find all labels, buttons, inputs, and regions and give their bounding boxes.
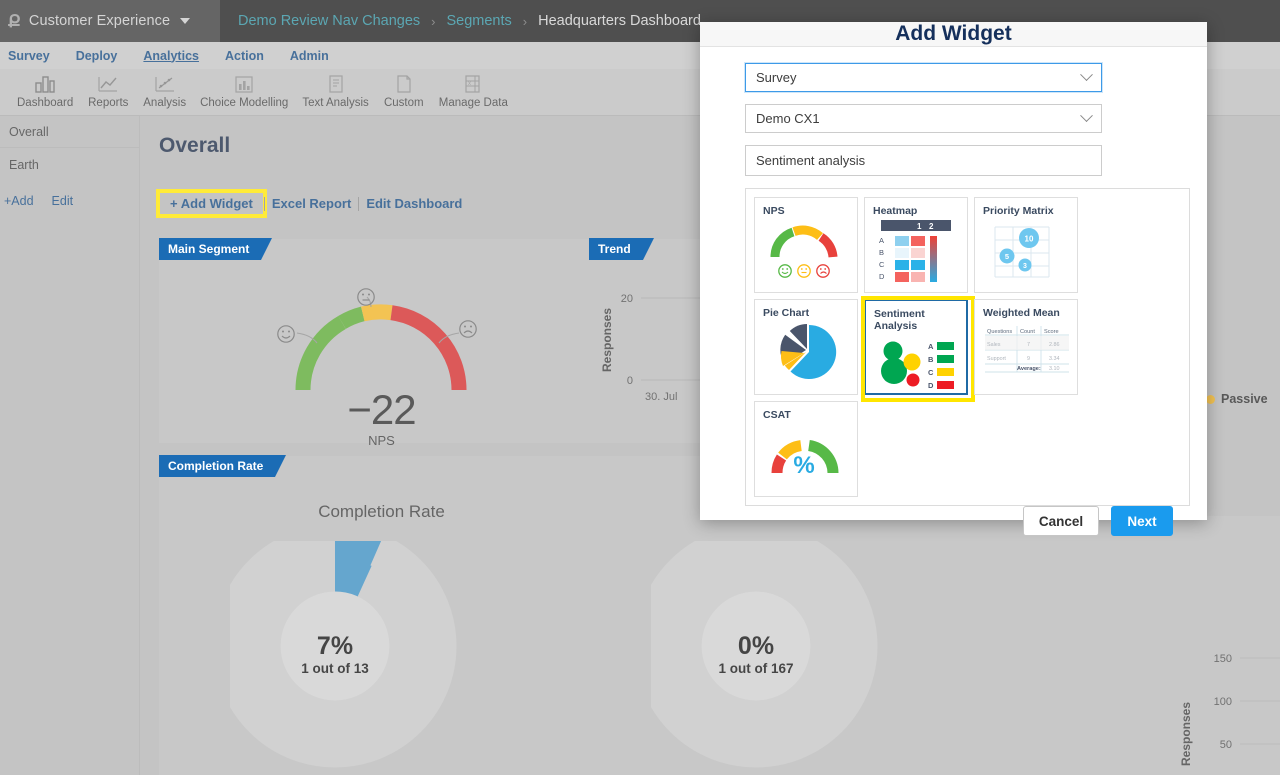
svg-text:Score: Score (1044, 329, 1059, 335)
svg-text:Questions: Questions (987, 329, 1012, 335)
widget-tile-weighted-mean[interactable]: Weighted Mean Questions Count Score Sale… (974, 299, 1078, 395)
svg-text:D: D (928, 381, 934, 390)
widget-tile-label: CSAT (763, 409, 791, 421)
priority-matrix-thumbnail-icon: 10 5 3 (994, 226, 1050, 278)
pie-chart-thumbnail-icon (780, 324, 837, 380)
widget-tile-label: Priority Matrix (983, 205, 1054, 217)
svg-text:2: 2 (929, 222, 934, 231)
widget-tile-label: Weighted Mean (983, 307, 1060, 319)
svg-text:3.10: 3.10 (1049, 366, 1060, 372)
svg-text:B: B (928, 355, 934, 364)
svg-text:C: C (879, 260, 885, 269)
svg-text:A: A (879, 236, 884, 245)
svg-text:5: 5 (1005, 252, 1009, 261)
nps-thumbnail-icon (770, 225, 838, 278)
widget-tile-pie-chart[interactable]: Pie Chart (754, 299, 858, 395)
svg-text:7: 7 (1027, 342, 1030, 348)
widget-tab-label[interactable]: Completion Rate (159, 455, 287, 477)
survey-value: Demo CX1 (756, 111, 820, 126)
source-type-select[interactable]: Survey (745, 63, 1102, 92)
cancel-button[interactable]: Cancel (1023, 506, 1099, 536)
svg-text:Average:: Average: (1017, 366, 1041, 372)
widget-tile-heatmap[interactable]: Heatmap 1 2 A B C D (864, 197, 968, 293)
widget-tile-priority-matrix[interactable]: Priority Matrix 10 5 3 (974, 197, 1078, 293)
svg-text:1: 1 (917, 222, 922, 231)
widget-tile-sentiment-analysis[interactable]: Sentiment Analysis A B C D (861, 296, 975, 402)
svg-text:Sales: Sales (987, 342, 1001, 348)
svg-text:Support: Support (987, 356, 1006, 362)
svg-text:%: % (793, 452, 814, 479)
next-button[interactable]: Next (1111, 506, 1173, 536)
svg-text:C: C (928, 368, 934, 377)
widget-tab-label[interactable]: Main Segment (159, 238, 273, 260)
widget-name-input[interactable]: Sentiment analysis (745, 145, 1102, 176)
widget-tile-label: NPS (763, 205, 785, 217)
csat-thumbnail-icon: % (771, 440, 839, 479)
sentiment-analysis-thumbnail-icon: A B C D (881, 341, 954, 390)
svg-text:A: A (928, 342, 934, 351)
widget-name-value: Sentiment analysis (756, 153, 866, 168)
weighted-mean-thumbnail-icon: Questions Count Score Sales 7 2.86 Suppo… (985, 326, 1069, 373)
svg-text:B: B (879, 248, 884, 257)
screen: Ք Customer Experience Demo Review Nav Ch… (0, 0, 1280, 775)
heatmap-thumbnail-icon: 1 2 A B C D (879, 220, 951, 283)
svg-text:10: 10 (1025, 235, 1034, 244)
survey-select[interactable]: Demo CX1 (745, 104, 1102, 133)
chevron-down-icon (1080, 68, 1093, 82)
chevron-down-icon (1080, 109, 1093, 123)
svg-text:3: 3 (1023, 263, 1027, 270)
widget-tile-label: Heatmap (873, 205, 918, 217)
svg-text:2.86: 2.86 (1049, 342, 1060, 348)
widget-tab-label[interactable]: Trend (589, 238, 654, 260)
svg-text:D: D (879, 272, 885, 281)
widget-tile-csat[interactable]: CSAT % (754, 401, 858, 497)
dialog-body: Survey Demo CX1 Sentiment analysis NPS H… (700, 47, 1207, 506)
dialog-header: Add Widget (700, 22, 1207, 47)
widget-tile-nps[interactable]: NPS (754, 197, 858, 293)
svg-text:9: 9 (1027, 356, 1030, 362)
add-widget-dialog: Add Widget Survey Demo CX1 Sentiment ana… (700, 22, 1207, 536)
widget-tile-label: Pie Chart (763, 307, 810, 319)
dialog-footer: Cancel Next (700, 506, 1207, 542)
source-type-value: Survey (756, 70, 797, 85)
dialog-title: Add Widget (895, 22, 1012, 45)
svg-text:Count: Count (1020, 329, 1035, 335)
widget-tile-label: Sentiment Analysis (874, 308, 925, 333)
widget-type-gallery: NPS Heatmap 1 2 A B C D Priority Matrix … (745, 188, 1190, 506)
svg-text:3.34: 3.34 (1049, 356, 1060, 362)
